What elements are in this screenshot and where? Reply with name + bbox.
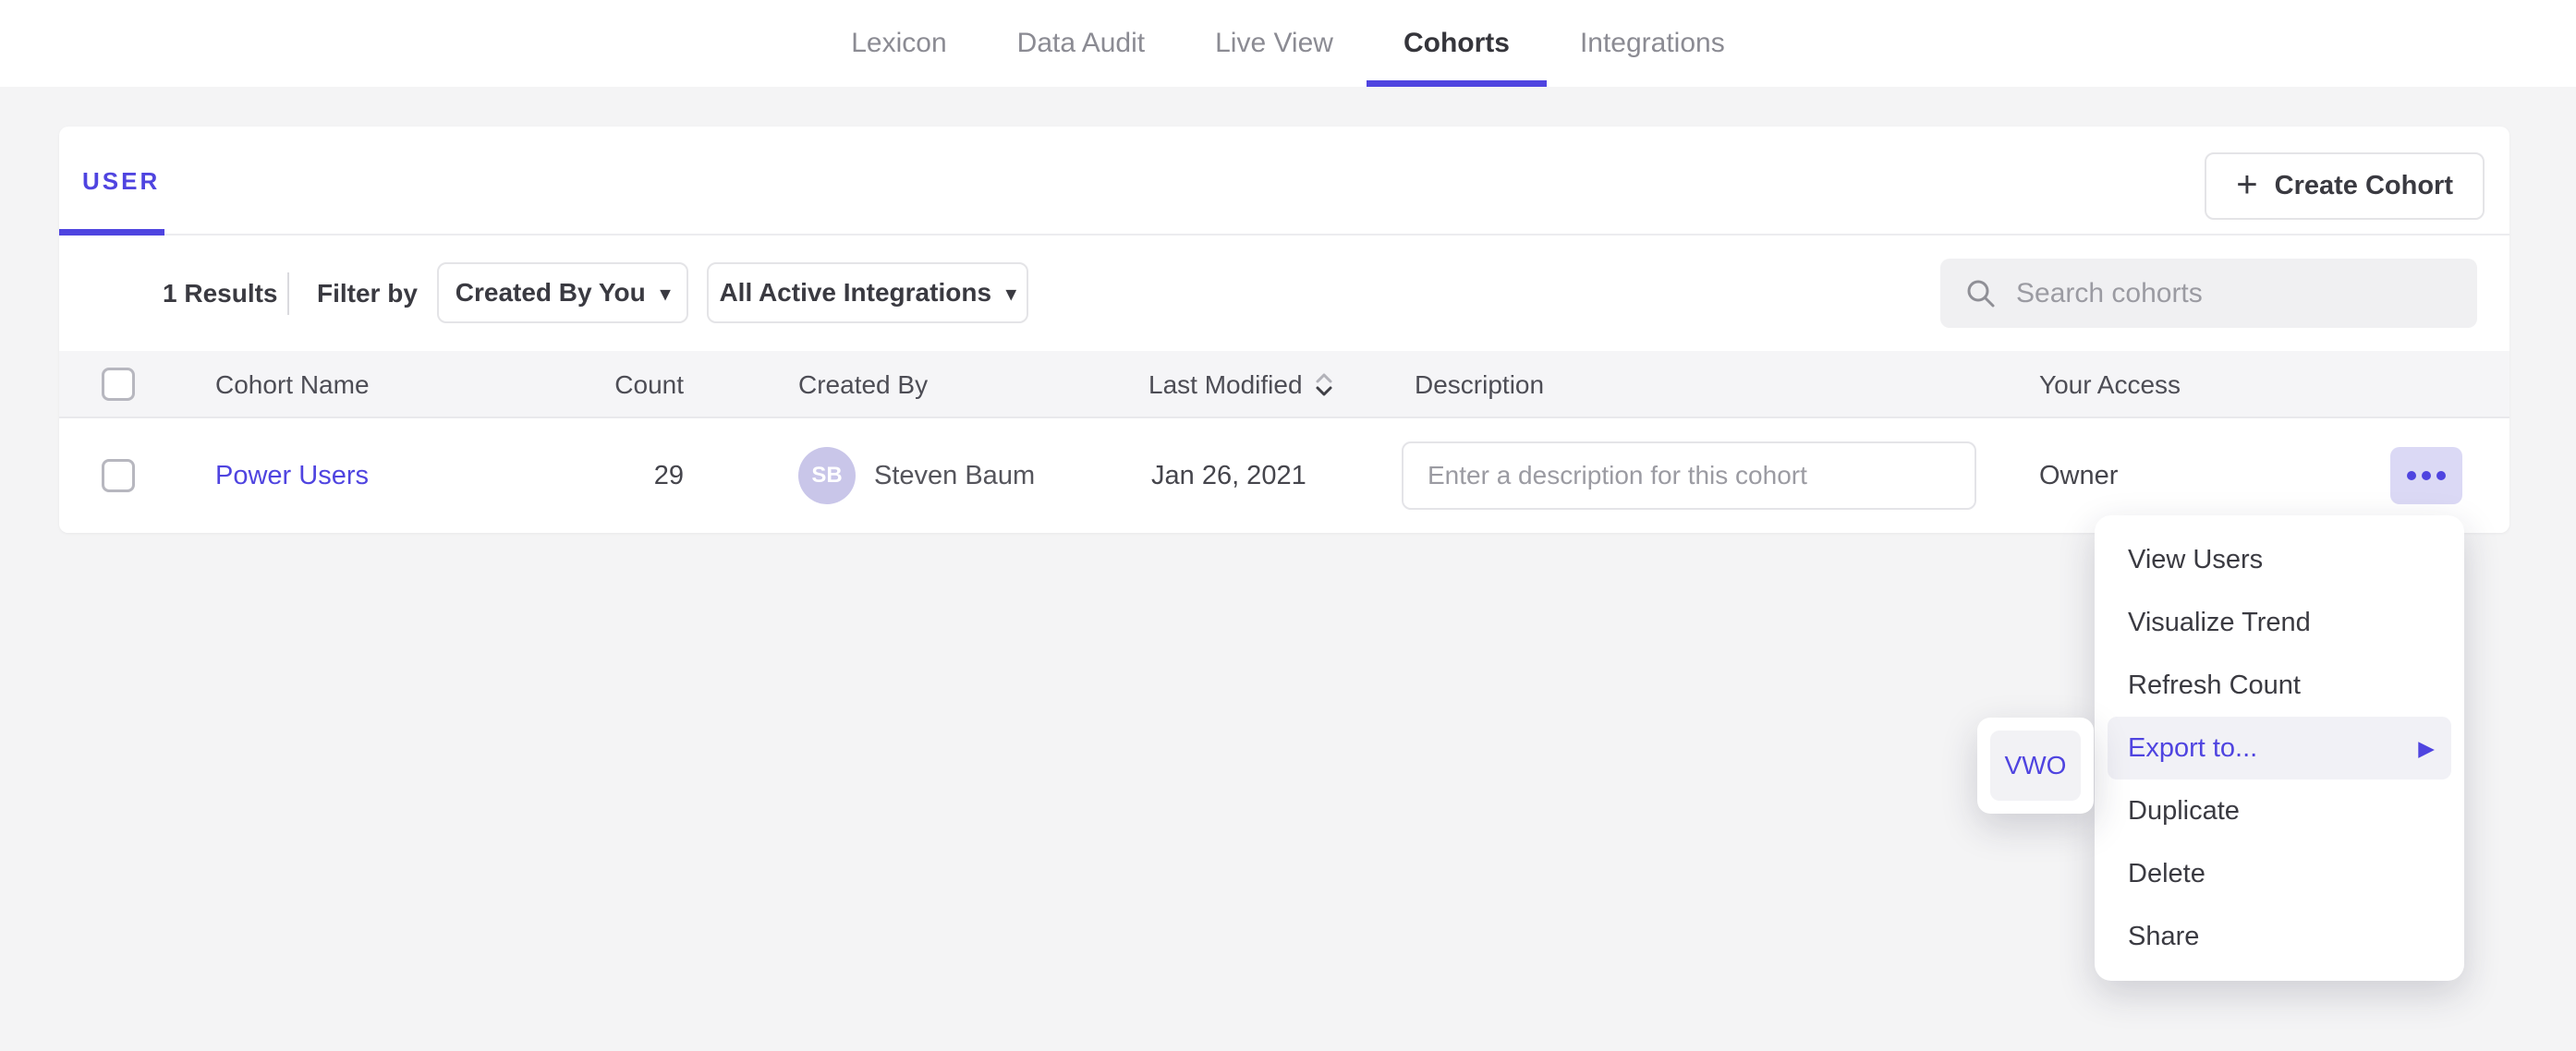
menu-item-refresh-count[interactable]: Refresh Count (2095, 654, 2464, 717)
divider (287, 272, 289, 315)
search-cohorts-input[interactable] (2016, 278, 2453, 309)
nav-tab-cohorts[interactable]: Cohorts (1403, 0, 1510, 87)
row-actions-menu: View Users Visualize Trend Refresh Count… (2095, 515, 2464, 981)
table-header: Cohort Name Count Created By Last Modifi… (59, 351, 2509, 418)
last-modified-date: Jan 26, 2021 (1151, 418, 1306, 533)
top-nav: Lexicon Data Audit Live View Cohorts Int… (0, 0, 2576, 87)
row-actions-button[interactable] (2390, 447, 2462, 504)
cohort-count: 29 (499, 418, 684, 533)
tab-user[interactable]: USER (82, 127, 160, 236)
created-by-name: Steven Baum (874, 418, 1035, 533)
panel-header: USER + Create Cohort (59, 127, 2509, 236)
created-by-filter-dropdown[interactable]: Created By You ▾ (437, 262, 688, 323)
cohorts-panel: USER + Create Cohort 1 Results Filter by… (59, 127, 2509, 533)
integrations-filter-dropdown[interactable]: All Active Integrations ▾ (707, 262, 1028, 323)
menu-item-visualize-trend[interactable]: Visualize Trend (2095, 591, 2464, 654)
row-checkbox[interactable] (102, 459, 135, 492)
filter-row: 1 Results Filter by Created By You ▾ All… (59, 236, 2509, 351)
export-to-label: Export to... (2128, 733, 2257, 764)
cohort-name-link[interactable]: Power Users (215, 418, 369, 533)
column-cohort-name: Cohort Name (215, 351, 370, 418)
search-icon (1964, 277, 1998, 310)
create-cohort-label: Create Cohort (2275, 171, 2453, 201)
nav-tab-lexicon[interactable]: Lexicon (851, 0, 946, 87)
column-description: Description (1415, 351, 1544, 418)
filter-by-label: Filter by (317, 236, 418, 351)
more-options-icon (2422, 471, 2431, 480)
menu-item-view-users[interactable]: View Users (2095, 528, 2464, 591)
column-created-by: Created By (798, 351, 928, 418)
export-submenu: VWO (1977, 718, 2094, 814)
sort-icon[interactable] (1314, 371, 1334, 399)
plus-icon: + (2236, 166, 2257, 203)
more-options-icon (2436, 471, 2446, 480)
search-cohorts-box (1940, 259, 2477, 328)
menu-item-export-to[interactable]: Export to... ▶ (2108, 717, 2451, 779)
nav-tab-live-view[interactable]: Live View (1215, 0, 1333, 87)
caret-down-icon: ▾ (661, 283, 671, 306)
more-options-icon (2407, 471, 2416, 480)
cohort-description-input[interactable] (1402, 441, 1976, 510)
create-cohort-button[interactable]: + Create Cohort (2205, 152, 2485, 220)
created-by-filter-value: Created By You (456, 278, 646, 308)
menu-item-duplicate[interactable]: Duplicate (2095, 779, 2464, 842)
results-count: 1 Results (163, 236, 278, 351)
avatar: SB (798, 447, 856, 504)
menu-item-delete[interactable]: Delete (2095, 842, 2464, 905)
submenu-item-vwo[interactable]: VWO (1990, 731, 2081, 801)
column-your-access: Your Access (2039, 351, 2181, 418)
nav-tab-integrations[interactable]: Integrations (1580, 0, 1725, 87)
column-last-modified: Last Modified (1148, 351, 1334, 418)
nav-tab-data-audit[interactable]: Data Audit (1017, 0, 1145, 87)
integrations-filter-value: All Active Integrations (719, 278, 991, 308)
menu-item-share[interactable]: Share (2095, 905, 2464, 968)
active-nav-underline (1367, 80, 1547, 87)
user-tab-underline (59, 229, 164, 236)
column-count: Count (499, 351, 684, 418)
caret-down-icon: ▾ (1006, 283, 1016, 306)
submenu-arrow-icon: ▶ (2418, 736, 2435, 761)
select-all-checkbox[interactable] (102, 368, 135, 401)
